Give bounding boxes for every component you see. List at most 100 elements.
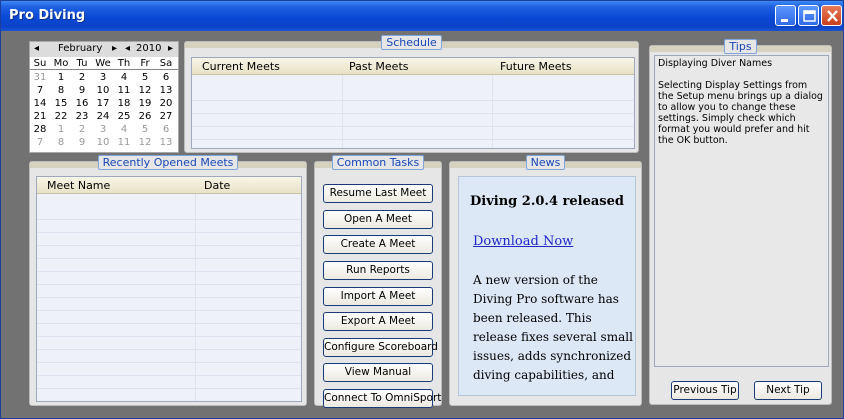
calendar-day[interactable]: 4 bbox=[114, 72, 134, 83]
maximize-button[interactable] bbox=[798, 5, 819, 26]
list-row bbox=[37, 259, 301, 272]
previous-tip-button[interactable]: Previous Tip bbox=[671, 381, 739, 400]
calendar-day[interactable]: 8 bbox=[51, 137, 71, 148]
calendar-day[interactable]: 3 bbox=[93, 124, 113, 135]
calendar-day[interactable]: 15 bbox=[51, 98, 71, 109]
calendar-day[interactable]: 5 bbox=[135, 124, 155, 135]
export-meet-button[interactable]: Export A Meet bbox=[323, 312, 433, 331]
weekday-label: We bbox=[95, 58, 111, 69]
schedule-list-header: Current Meets Past Meets Future Meets bbox=[192, 58, 634, 75]
calendar-day[interactable]: 3 bbox=[93, 72, 113, 83]
column-header-current-meets[interactable]: Current Meets bbox=[202, 60, 280, 73]
calendar-day[interactable]: 28 bbox=[30, 124, 50, 135]
schedule-panel: Schedule Current Meets Past Meets Future… bbox=[184, 35, 639, 153]
calendar-day[interactable]: 1 bbox=[51, 72, 71, 83]
run-reports-button[interactable]: Run Reports bbox=[323, 261, 433, 280]
calendar-day[interactable]: 10 bbox=[93, 85, 113, 96]
tips-panel: Tips Displaying Diver Names Selecting Di… bbox=[649, 39, 832, 405]
next-year-arrow[interactable]: ▸ bbox=[168, 43, 173, 54]
list-row bbox=[37, 220, 301, 233]
recent-meets-list[interactable]: Meet Name Date bbox=[36, 176, 302, 402]
list-row bbox=[37, 246, 301, 259]
calendar-day[interactable]: 16 bbox=[72, 98, 92, 109]
schedule-caption: Schedule bbox=[381, 35, 442, 50]
window-title: Pro Diving bbox=[9, 8, 86, 23]
create-meet-button[interactable]: Create A Meet bbox=[323, 235, 433, 254]
calendar-day[interactable]: 13 bbox=[156, 85, 176, 96]
calendar-day[interactable]: 12 bbox=[135, 137, 155, 148]
calendar-day[interactable]: 23 bbox=[72, 111, 92, 122]
recent-meets-panel: Recently Opened Meets Meet Name Date bbox=[29, 155, 307, 406]
calendar-day[interactable]: 14 bbox=[30, 98, 50, 109]
calendar-day[interactable]: 9 bbox=[72, 137, 92, 148]
calendar-day[interactable]: 20 bbox=[156, 98, 176, 109]
calendar-day[interactable]: 12 bbox=[135, 85, 155, 96]
open-meet-button[interactable]: Open A Meet bbox=[323, 210, 433, 229]
list-row bbox=[37, 324, 301, 337]
connect-to-omnisport-button[interactable]: Connect To OmniSport bbox=[323, 389, 441, 408]
calendar-day[interactable]: 26 bbox=[135, 111, 155, 122]
weekday-label: Th bbox=[117, 58, 131, 69]
calendar-day[interactable]: 4 bbox=[114, 124, 134, 135]
app-window: Pro Diving ◂ February ▸ ◂ 2010 ▸ Su Mo T… bbox=[0, 0, 844, 419]
configure-scoreboard-button[interactable]: Configure Scoreboard bbox=[323, 338, 438, 357]
calendar-day[interactable]: 22 bbox=[51, 111, 71, 122]
client-area: ◂ February ▸ ◂ 2010 ▸ Su Mo Tu We Th Fr … bbox=[1, 31, 843, 418]
calendar-day[interactable]: 13 bbox=[156, 137, 176, 148]
next-tip-button[interactable]: Next Tip bbox=[754, 381, 822, 400]
list-row bbox=[192, 127, 634, 140]
calendar-day[interactable]: 21 bbox=[30, 111, 50, 122]
calendar-day[interactable]: 7 bbox=[30, 85, 50, 96]
calendar-day[interactable]: 11 bbox=[114, 137, 134, 148]
calendar-day[interactable]: 2 bbox=[72, 124, 92, 135]
column-header-meet-name[interactable]: Meet Name bbox=[47, 179, 110, 192]
column-header-date[interactable]: Date bbox=[204, 179, 230, 192]
list-row bbox=[37, 350, 301, 363]
view-manual-button[interactable]: View Manual bbox=[323, 363, 433, 382]
list-row bbox=[37, 376, 301, 389]
calendar-day[interactable]: 18 bbox=[114, 98, 134, 109]
prev-month-arrow[interactable]: ◂ bbox=[34, 43, 39, 54]
column-header-past-meets[interactable]: Past Meets bbox=[349, 60, 409, 73]
close-button[interactable] bbox=[821, 5, 842, 26]
import-meet-button[interactable]: Import A Meet bbox=[323, 287, 433, 306]
calendar-day[interactable]: 6 bbox=[156, 72, 176, 83]
calendar-day[interactable]: 17 bbox=[93, 98, 113, 109]
next-month-arrow[interactable]: ▸ bbox=[112, 43, 117, 54]
calendar-day[interactable]: 1 bbox=[51, 124, 71, 135]
calendar-header: ◂ February ▸ ◂ 2010 ▸ bbox=[30, 42, 178, 57]
calendar-day[interactable]: 9 bbox=[72, 85, 92, 96]
calendar-day[interactable]: 24 bbox=[93, 111, 113, 122]
calendar-day[interactable]: 27 bbox=[156, 111, 176, 122]
calendar-day[interactable]: 19 bbox=[135, 98, 155, 109]
download-now-link[interactable]: Download Now bbox=[473, 234, 573, 249]
schedule-list[interactable]: Current Meets Past Meets Future Meets bbox=[191, 57, 635, 149]
calendar-day[interactable]: 6 bbox=[156, 124, 176, 135]
calendar-day[interactable]: 8 bbox=[51, 85, 71, 96]
weekday-label: Tu bbox=[76, 58, 88, 69]
calendar-month[interactable]: February bbox=[58, 43, 102, 54]
calendar-weekday-row: Su Mo Tu We Th Fr Sa bbox=[30, 58, 178, 70]
prev-year-arrow[interactable]: ◂ bbox=[125, 43, 130, 54]
calendar-day[interactable]: 25 bbox=[114, 111, 134, 122]
calendar-year[interactable]: 2010 bbox=[136, 43, 161, 54]
resume-last-meet-button[interactable]: Resume Last Meet bbox=[323, 184, 433, 203]
recent-meets-caption: Recently Opened Meets bbox=[97, 155, 239, 170]
title-bar[interactable]: Pro Diving bbox=[1, 1, 843, 31]
news-content[interactable]: Diving 2.0.4 released Download Now A new… bbox=[458, 176, 636, 396]
calendar-day[interactable]: 7 bbox=[30, 137, 50, 148]
calendar-day[interactable]: 5 bbox=[135, 72, 155, 83]
column-header-future-meets[interactable]: Future Meets bbox=[500, 60, 572, 73]
month-calendar[interactable]: ◂ February ▸ ◂ 2010 ▸ Su Mo Tu We Th Fr … bbox=[29, 41, 179, 153]
list-row bbox=[37, 337, 301, 350]
calendar-day[interactable]: 10 bbox=[93, 137, 113, 148]
calendar-day[interactable]: 11 bbox=[114, 85, 134, 96]
list-row bbox=[37, 285, 301, 298]
news-headline: Diving 2.0.4 released bbox=[470, 194, 624, 209]
weekday-label: Mo bbox=[53, 58, 69, 69]
list-row bbox=[37, 389, 301, 401]
minimize-icon bbox=[781, 19, 788, 22]
calendar-day[interactable]: 31 bbox=[30, 72, 50, 83]
calendar-day[interactable]: 2 bbox=[72, 72, 92, 83]
minimize-button[interactable] bbox=[775, 5, 796, 26]
